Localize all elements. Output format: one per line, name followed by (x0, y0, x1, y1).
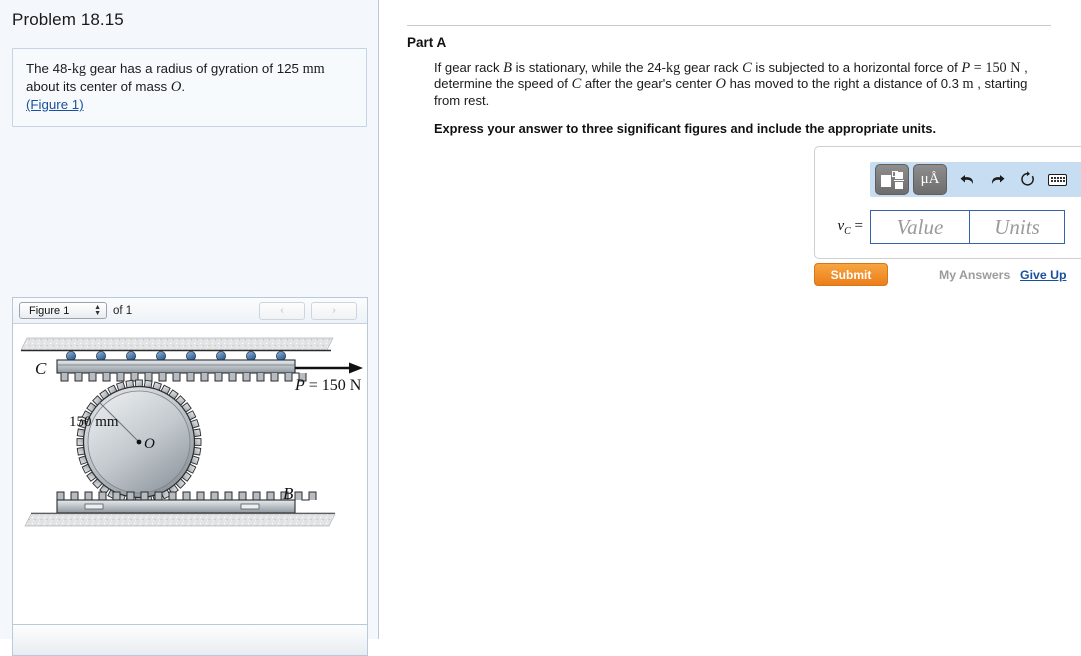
q-unit-n: N (1010, 60, 1021, 76)
gear-rack-diagram: C P = 150 N 150 mm O B (20, 337, 363, 527)
statement-seg-3: about its center of mass (26, 79, 171, 94)
problem-page: Problem 18.15 The 48-kg gear has a radiu… (0, 0, 1081, 656)
chevron-left-icon: ‹ (280, 305, 284, 316)
units-placeholder: Units (994, 214, 1040, 239)
figure-1-link[interactable]: (Figure 1) (26, 97, 84, 112)
figure-select-value: Figure 1 (29, 304, 70, 317)
math-template-icon (881, 170, 904, 190)
statement-seg-2: gear has a radius of gyration of 125 (86, 61, 303, 76)
statement-unit-kg: kg (71, 61, 87, 77)
keyboard-icon (1048, 173, 1067, 186)
figure-canvas[interactable]: C P = 150 N 150 mm O B (13, 324, 367, 624)
answer-units-input[interactable]: Units (970, 210, 1065, 244)
problem-statement-text: The 48-kg gear has a radius of gyration … (26, 60, 353, 114)
express-instruction: Express your answer to three significant… (434, 121, 937, 136)
micro-angstrom-icon: μÅ (920, 171, 940, 187)
answer-input-row: vC = Value Units (827, 210, 1065, 244)
reset-button[interactable] (1014, 166, 1041, 194)
q-seg-2: is stationary, while the 24- (512, 60, 667, 75)
page-title: Problem 18.15 (12, 10, 124, 29)
q-symbol-b: B (503, 60, 512, 76)
q-seg-7: has moved to the right a distance of 0.3 (725, 76, 963, 92)
q-symbol-o: O (715, 76, 726, 93)
figure-panel: Figure 1 ▲ ▼ of 1 ‹ › C P = 150 N 150 mm… (12, 297, 368, 656)
gear-rack-c (56, 359, 307, 382)
part-title: Part A (407, 35, 447, 50)
roller-bearings (66, 350, 286, 361)
ceiling-surface (20, 337, 334, 352)
value-placeholder: Value (896, 214, 944, 239)
statement-seg-1: The 48- (26, 61, 72, 76)
help-button[interactable]: ? (1074, 166, 1081, 194)
template-button[interactable] (875, 164, 909, 195)
label-center-o: O (144, 436, 155, 452)
q-symbol-p: P (961, 60, 971, 76)
q-seg-1: If gear rack (434, 60, 504, 75)
undo-icon (960, 175, 974, 184)
q-seg-4: is subjected to a horizontal force of (751, 60, 962, 75)
label-force-p: P = 150 N (294, 377, 362, 394)
figure-prev-button[interactable]: ‹ (259, 301, 305, 320)
q-symbol-c: C (742, 60, 752, 76)
force-arrow-p (295, 362, 363, 374)
statement-seg-4: . (181, 79, 186, 94)
units-button[interactable]: μÅ (913, 164, 947, 195)
answer-variable-label: vC = (827, 218, 863, 237)
answer-toolbar: μÅ (870, 162, 1081, 197)
give-up-link[interactable]: Give Up (1020, 268, 1066, 282)
chevron-right-icon: › (332, 305, 336, 316)
q-value-150: 150 (985, 60, 1011, 76)
part-question-text: If gear rack B is stationary, while the … (434, 60, 1056, 109)
figure-toolbar: Figure 1 ▲ ▼ of 1 ‹ › (13, 298, 367, 324)
keyboard-button[interactable] (1044, 166, 1071, 194)
variable-subscript-c: C (844, 225, 851, 237)
figure-next-button[interactable]: › (311, 301, 357, 320)
figure-count-label: of 1 (113, 304, 133, 317)
divider-rule (407, 25, 1051, 26)
equals-sign: = (854, 217, 863, 234)
label-rack-b: B (283, 484, 294, 503)
figure-nav-buttons: ‹ › (259, 301, 361, 320)
figure-footer-bar (13, 624, 367, 655)
statement-unit-mm: mm (302, 61, 325, 77)
redo-button[interactable] (984, 166, 1011, 194)
problem-statement-box: The 48-kg gear has a radius of gyration … (12, 48, 367, 127)
ground-surface (24, 512, 336, 527)
q-seg-3: gear rack (680, 60, 743, 75)
reset-icon (1021, 171, 1034, 186)
my-answers-link[interactable]: My Answers (939, 268, 1010, 282)
statement-symbol-o: O (170, 79, 182, 95)
q-symbol-c2: C (571, 76, 582, 93)
figure-select[interactable]: Figure 1 ▲ ▼ (19, 302, 107, 319)
undo-button[interactable] (954, 166, 981, 194)
answer-value-input[interactable]: Value (870, 210, 970, 244)
submit-button[interactable]: Submit (814, 263, 888, 286)
q-unit-m: m (962, 76, 974, 93)
label-radius: 150 mm (69, 414, 119, 430)
left-panel: Problem 18.15 The 48-kg gear has a radiu… (0, 0, 379, 656)
chevron-updown-icon: ▲ ▼ (94, 303, 101, 317)
right-panel: Part A If gear rack B is stationary, whi… (379, 0, 1081, 639)
q-seg-6: after the gear's center (581, 76, 716, 92)
label-rack-c: C (35, 359, 47, 378)
redo-icon (991, 175, 1005, 184)
q-equals: = (970, 60, 986, 76)
q-unit-kg: kg (666, 60, 681, 76)
gear-rack-b (56, 491, 317, 514)
answer-box: μÅ vC = Value Units (814, 146, 1081, 259)
